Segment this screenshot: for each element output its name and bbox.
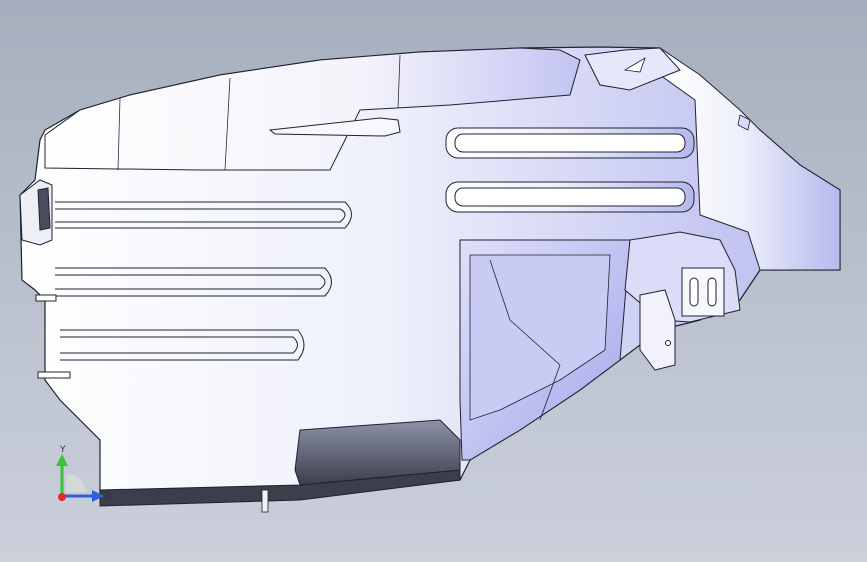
z-axis-label: Z [104, 492, 110, 502]
cad-model-view[interactable]: Y Z [0, 0, 867, 562]
x-axis-dot [58, 493, 66, 501]
y-axis-label: Y [59, 445, 66, 455]
3d-viewport[interactable]: Y Z [0, 0, 867, 562]
mounting-bracket [624, 231, 741, 371]
